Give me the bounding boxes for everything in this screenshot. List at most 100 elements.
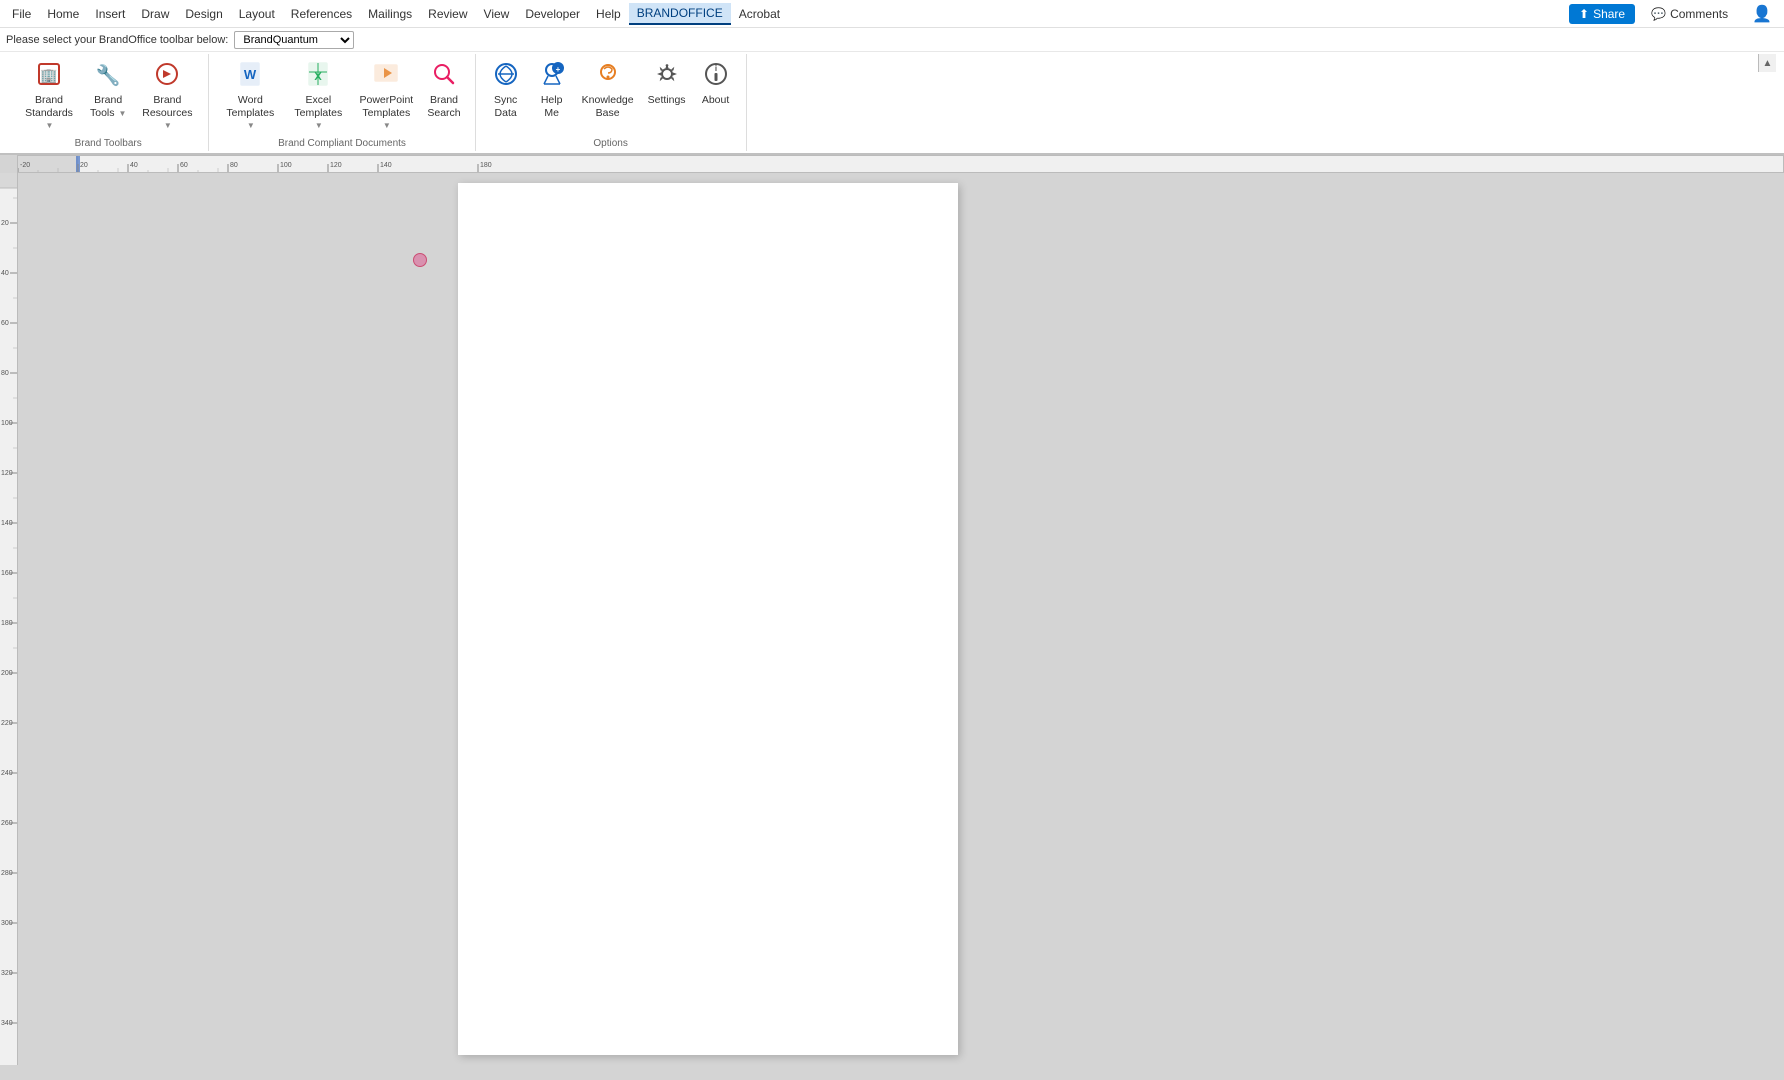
svg-text:100: 100 <box>1 420 13 427</box>
ruler-container: -20 20 40 60 80 100 120 140 180 <box>0 155 1784 173</box>
svg-text:180: 180 <box>1 620 13 627</box>
brand-standards-icon: 🏢 <box>35 60 63 92</box>
ruler-svg: -20 20 40 60 80 100 120 140 180 <box>18 156 1783 172</box>
menu-bar: File Home Insert Draw Design Layout Refe… <box>0 0 1784 28</box>
svg-text:60: 60 <box>180 162 188 169</box>
svg-text:20: 20 <box>80 162 88 169</box>
help-me-button[interactable]: + HelpMe <box>530 56 574 123</box>
svg-text:+: + <box>555 65 560 74</box>
brand-tools-label: BrandTools ▼ <box>90 94 126 119</box>
svg-text:100: 100 <box>280 162 292 169</box>
svg-text:X: X <box>315 71 323 83</box>
menu-help[interactable]: Help <box>588 4 629 24</box>
ribbon-group-options: SyncData + HelpMe <box>476 54 747 151</box>
svg-text:40: 40 <box>1 270 9 277</box>
excel-templates-label: ExcelTemplates ▼ <box>291 94 345 132</box>
svg-text:20: 20 <box>1 220 9 227</box>
menu-home[interactable]: Home <box>39 4 87 24</box>
share-button[interactable]: ⬆ Share <box>1569 4 1635 24</box>
svg-text:-20: -20 <box>20 162 30 169</box>
canvas-area[interactable] <box>18 173 1784 1065</box>
toolbar-selector-label: Please select your BrandOffice toolbar b… <box>6 34 228 46</box>
menu-review[interactable]: Review <box>420 4 475 24</box>
svg-text:40: 40 <box>130 162 138 169</box>
options-items: SyncData + HelpMe <box>484 56 738 136</box>
brand-resources-icon <box>153 60 181 92</box>
brand-tools-icon: 🔧 <box>94 60 122 92</box>
options-group-label: Options <box>484 136 738 149</box>
vertical-ruler-svg: 20 40 60 80 100 120 140 160 180 200 220 … <box>0 173 18 1065</box>
svg-text:80: 80 <box>230 162 238 169</box>
comments-button[interactable]: 💬 Comments <box>1643 4 1736 24</box>
brand-tools-button[interactable]: 🔧 BrandTools ▼ <box>84 56 132 123</box>
svg-text:300: 300 <box>1 920 13 927</box>
brand-standards-label: BrandStandards ▼ <box>22 94 76 132</box>
excel-templates-icon: X <box>304 60 332 92</box>
powerpoint-templates-button[interactable]: PowerPointTemplates ▼ <box>353 56 419 136</box>
menu-right-actions: ⬆ Share 💬 Comments 👤 <box>1569 1 1780 27</box>
about-label: About <box>702 94 729 107</box>
toolbar-selector-dropdown[interactable]: BrandQuantum BrandStandard BrandLight <box>234 31 354 49</box>
svg-text:340: 340 <box>1 1020 13 1027</box>
ribbon-group-brand-toolbars: 🏢 BrandStandards ▼ 🔧 BrandTools ▼ <box>8 54 209 151</box>
menu-file[interactable]: File <box>4 4 39 24</box>
sync-data-icon <box>492 60 520 92</box>
svg-text:80: 80 <box>1 370 9 377</box>
menu-developer[interactable]: Developer <box>517 4 588 24</box>
svg-text:120: 120 <box>1 470 13 477</box>
svg-text:240: 240 <box>1 770 13 777</box>
menu-view[interactable]: View <box>476 4 518 24</box>
word-templates-label: WordTemplates ▼ <box>223 94 277 132</box>
menu-draw[interactable]: Draw <box>133 4 177 24</box>
svg-text:320: 320 <box>1 970 13 977</box>
brand-search-icon <box>430 60 458 92</box>
svg-text:220: 220 <box>1 720 13 727</box>
menu-references[interactable]: References <box>283 4 360 24</box>
help-me-icon: + <box>538 60 566 92</box>
menu-acrobat[interactable]: Acrobat <box>731 4 788 24</box>
account-icon[interactable]: 👤 <box>1744 1 1780 27</box>
svg-text:140: 140 <box>1 520 13 527</box>
svg-text:🔧: 🔧 <box>96 63 121 87</box>
knowledge-base-label: KnowledgeBase <box>582 94 634 119</box>
menu-layout[interactable]: Layout <box>231 4 283 24</box>
ruler-corner <box>0 155 18 173</box>
settings-icon <box>653 60 681 92</box>
word-templates-icon: W <box>236 60 264 92</box>
toolbar-selector-row: Please select your BrandOffice toolbar b… <box>0 28 1784 52</box>
svg-text:260: 260 <box>1 820 13 827</box>
brand-resources-button[interactable]: BrandResources ▼ <box>134 56 200 136</box>
sync-data-button[interactable]: SyncData <box>484 56 528 123</box>
brand-search-button[interactable]: BrandSearch <box>421 56 466 123</box>
menu-insert[interactable]: Insert <box>87 4 133 24</box>
brand-resources-label: BrandResources ▼ <box>140 94 194 132</box>
brand-toolbars-items: 🏢 BrandStandards ▼ 🔧 BrandTools ▼ <box>16 56 200 136</box>
mouse-cursor <box>413 253 427 267</box>
brand-standards-button[interactable]: 🏢 BrandStandards ▼ <box>16 56 82 136</box>
svg-text:🏢: 🏢 <box>40 67 57 84</box>
svg-text:180: 180 <box>480 162 492 169</box>
about-button[interactable]: i About <box>694 56 738 111</box>
knowledge-base-button[interactable]: KnowledgeBase <box>576 56 640 123</box>
ribbon-group-brand-compliant: W WordTemplates ▼ X ExcelTemplates ▼ <box>209 54 475 151</box>
share-icon: ⬆ <box>1579 7 1589 21</box>
menu-brandoffice[interactable]: BRANDOFFICE <box>629 3 731 25</box>
menu-design[interactable]: Design <box>177 4 230 24</box>
comments-label: Comments <box>1670 7 1728 21</box>
right-margin-area <box>958 183 1774 1055</box>
document-page[interactable] <box>458 183 958 1055</box>
word-templates-button[interactable]: W WordTemplates ▼ <box>217 56 283 136</box>
settings-button[interactable]: Settings <box>642 56 692 111</box>
brand-toolbars-group-label: Brand Toolbars <box>16 136 200 149</box>
ribbon-content: 🏢 BrandStandards ▼ 🔧 BrandTools ▼ <box>0 52 1784 155</box>
svg-text:120: 120 <box>330 162 342 169</box>
horizontal-ruler: -20 20 40 60 80 100 120 140 180 <box>18 155 1784 173</box>
comments-icon: 💬 <box>1651 7 1666 21</box>
brand-search-label: BrandSearch <box>427 94 460 119</box>
brand-compliant-group-label: Brand Compliant Documents <box>217 136 466 149</box>
ribbon-collapse-button[interactable]: ▲ <box>1758 54 1776 72</box>
excel-templates-button[interactable]: X ExcelTemplates ▼ <box>285 56 351 136</box>
svg-text:60: 60 <box>1 320 9 327</box>
menu-mailings[interactable]: Mailings <box>360 4 420 24</box>
svg-text:140: 140 <box>380 162 392 169</box>
